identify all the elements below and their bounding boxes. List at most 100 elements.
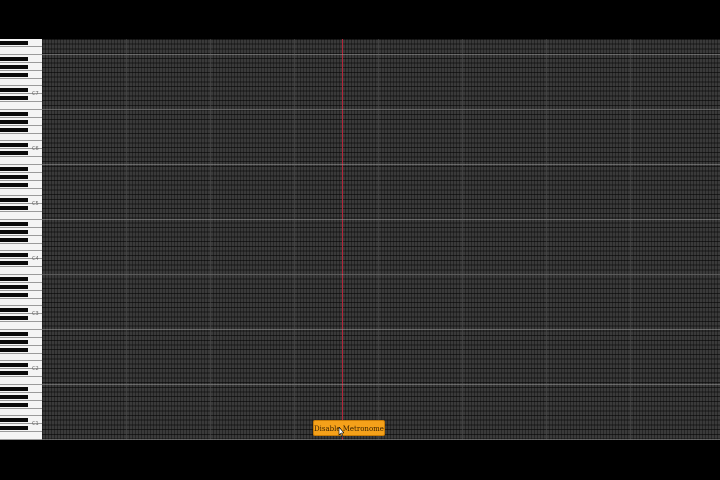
octave-label: C1 [32,421,39,427]
note-grid[interactable] [42,39,720,440]
black-key[interactable] [0,182,28,187]
white-key-divider [0,187,42,189]
bar-grid-line [462,39,463,440]
white-key-divider [0,54,42,55]
octave-grid-line [42,329,720,330]
white-key-divider [0,69,42,71]
black-key[interactable] [0,387,28,392]
white-key-divider [0,179,42,181]
black-key[interactable] [0,198,28,203]
white-key-divider [0,344,42,346]
black-key[interactable] [0,143,28,148]
black-key[interactable] [0,277,28,282]
black-key[interactable] [0,175,28,179]
white-key-divider [0,61,42,63]
black-key[interactable] [0,96,28,101]
white-key-divider [0,399,42,401]
white-key-divider [0,439,42,440]
octave-label: C5 [32,201,39,207]
black-key[interactable] [0,402,28,407]
hand-pointer-icon [338,427,344,438]
black-key[interactable] [0,285,28,289]
black-key[interactable] [0,332,28,337]
white-key-divider [0,219,42,220]
bar-grid-line [126,39,127,440]
white-key-divider [0,266,42,268]
black-key[interactable] [0,127,28,132]
bar-grid-line [630,39,631,440]
black-key[interactable] [0,261,28,266]
black-key[interactable] [0,167,28,172]
black-key[interactable] [0,120,28,124]
bar-grid-line [546,39,547,440]
black-key[interactable] [0,253,28,258]
white-key-divider [0,85,42,87]
white-key-divider [0,164,42,165]
bar-grid-line [378,39,379,440]
octave-grid-line [42,164,720,165]
white-key-divider [0,124,42,126]
black-key[interactable] [0,151,28,156]
black-key[interactable] [0,363,28,368]
octave-label: C6 [32,146,39,152]
piano-keyboard[interactable]: C1 C2 C3 C4 C5 C6 C7 [0,39,43,440]
white-key-divider [0,116,42,118]
white-key-divider [0,289,42,291]
white-key-divider [0,234,42,236]
black-key[interactable] [0,347,28,352]
bar-grid-line [294,39,295,440]
octave-grid-line [42,109,720,110]
bar-grid-line [210,39,211,440]
black-key[interactable] [0,88,28,93]
black-key[interactable] [0,65,28,69]
white-key-divider [0,171,42,173]
playhead-line[interactable] [342,39,343,440]
white-key-divider [0,77,42,79]
black-key[interactable] [0,371,28,376]
white-key-divider [0,360,42,362]
white-key-divider [0,132,42,134]
black-key[interactable] [0,426,28,431]
black-key[interactable] [0,230,28,234]
white-key-divider [0,46,42,48]
piano-roll: C1 C2 C3 C4 C5 C6 C7 [0,39,720,440]
black-key[interactable] [0,237,28,242]
octave-grid-line [42,219,720,220]
black-key[interactable] [0,308,28,313]
white-key-divider [0,101,42,103]
octave-label: C4 [32,256,39,262]
black-key[interactable] [0,57,28,62]
white-key-divider [0,211,42,213]
white-key-divider [0,109,42,110]
black-key[interactable] [0,41,28,46]
white-key-divider [0,376,42,378]
octave-label: C2 [32,366,39,372]
black-key[interactable] [0,418,28,423]
app-window: C1 C2 C3 C4 C5 C6 C7 Disable Metronome [0,0,720,480]
black-key[interactable] [0,395,28,399]
black-key[interactable] [0,206,28,211]
black-key[interactable] [0,316,28,321]
black-key[interactable] [0,292,28,297]
disable-metronome-button[interactable]: Disable Metronome [313,420,385,436]
black-key[interactable] [0,112,28,117]
white-key-divider [0,250,42,252]
white-key-divider [0,321,42,323]
octave-grid-line [42,54,720,55]
white-key-divider [0,242,42,244]
white-key-divider [0,352,42,354]
octave-label: C7 [32,91,39,97]
octave-label: C3 [32,311,39,317]
white-key-divider [0,274,42,275]
octave-grid-line [42,274,720,275]
white-key-divider [0,415,42,417]
black-key[interactable] [0,340,28,344]
black-key[interactable] [0,72,28,77]
white-key-divider [0,384,42,385]
white-key-divider [0,329,42,330]
black-key[interactable] [0,222,28,227]
white-key-divider [0,226,42,228]
octave-grid-line [42,384,720,385]
white-key-divider [0,140,42,142]
white-key-divider [0,391,42,393]
